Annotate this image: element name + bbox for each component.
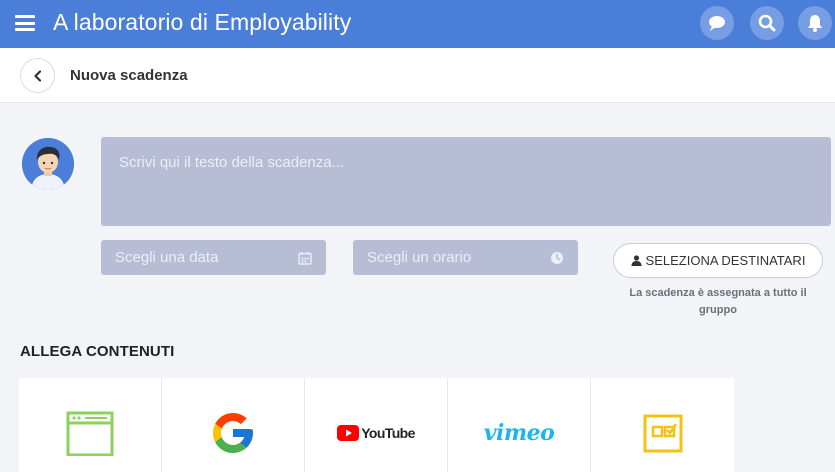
youtube-label: YouTube [361,425,415,441]
time-field[interactable]: Scegli un orario [353,240,578,275]
deadline-text-input[interactable] [101,137,831,226]
select-recipients-button[interactable]: SELEZIONA DESTINATARI [613,243,823,278]
subheader: Nuova scadenza [0,48,835,103]
recipients-note: La scadenza è assegnata a tutto il grupp… [629,287,807,316]
attach-vimeo-tile[interactable]: vimeo [448,378,591,472]
attach-web-page-tile[interactable] [19,378,162,472]
attach-title: ALLEGA CONTENUTI [20,343,175,360]
attach-google-tile[interactable] [162,378,305,472]
browser-window-icon [66,411,114,456]
google-icon [213,413,253,453]
vimeo-logo: vimeo [483,420,555,446]
attach-youtube-tile[interactable]: YouTube [305,378,448,472]
chevron-left-icon [33,69,41,82]
user-icon [631,255,642,266]
menu-icon[interactable] [15,15,35,31]
clock-icon [551,251,563,264]
date-field[interactable]: Scegli una data [101,240,326,275]
app-title: A laboratorio di Employability [53,9,352,35]
back-button[interactable] [20,58,55,93]
attach-quiz-tile[interactable] [591,378,734,472]
chat-icon[interactable] [700,6,734,40]
attach-tiles: YouTube vimeo [19,378,734,472]
checkbox-icon [643,414,682,453]
recipients-label: SELEZIONA DESTINATARI [645,253,806,268]
avatar [22,138,74,190]
youtube-icon [337,425,360,441]
page-title: Nuova scadenza [70,67,188,84]
time-placeholder: Scegli un orario [367,249,472,266]
date-placeholder: Scegli una data [115,249,219,266]
calendar-icon [298,251,312,265]
bell-icon[interactable] [798,6,832,40]
search-icon[interactable] [750,6,784,40]
top-bar: A laboratorio di Employability [0,0,835,48]
